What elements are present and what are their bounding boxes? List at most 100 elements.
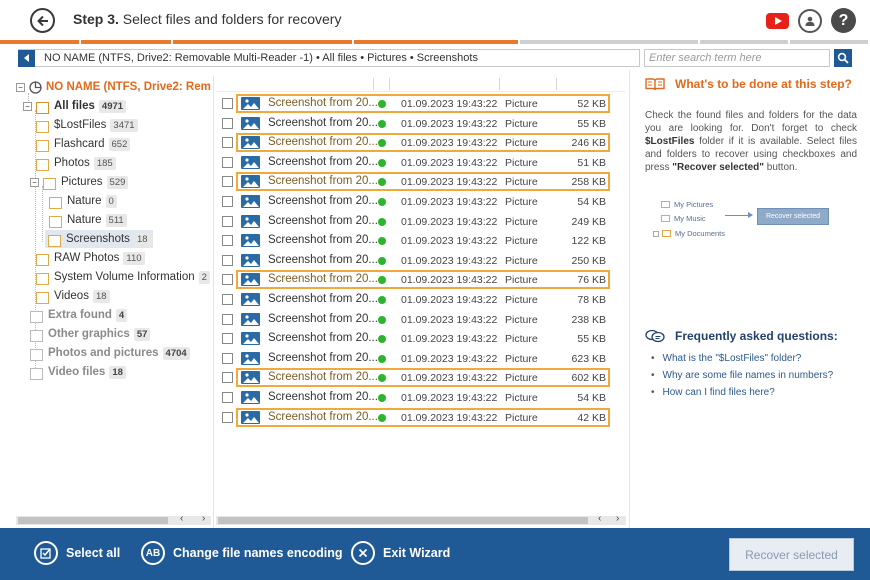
file-checkbox[interactable] — [222, 98, 233, 109]
user-icon[interactable] — [798, 8, 822, 33]
tree-item-root[interactable]: − NO NAME (NTFS, Drive2: Removable Multi… — [16, 78, 211, 96]
file-row[interactable]: Screenshot from 20... 01.09.2023 19:43:22… — [220, 329, 614, 348]
file-checkbox[interactable] — [222, 333, 233, 345]
breadcrumb[interactable]: NO NAME (NTFS, Drive2: Removable Multi-R… — [44, 52, 478, 64]
panel-divider — [213, 76, 214, 528]
file-checkbox[interactable] — [222, 372, 233, 384]
tree-item-all-files[interactable]: − All files 4971 — [23, 97, 127, 115]
change-encoding-button[interactable]: AB Change file names encoding — [141, 541, 342, 565]
file-size: 122 KB — [571, 235, 606, 248]
file-row[interactable]: Screenshot from 20... 01.09.2023 19:43:22… — [220, 349, 614, 368]
tree-item-label: Photos and pictures — [48, 347, 159, 359]
tree-item-nature-0[interactable]: Nature 0 — [49, 192, 117, 210]
filelist-horizontal-scrollbar[interactable]: ‹ › — [216, 513, 626, 525]
file-row[interactable]: Screenshot from 20... 01.09.2023 19:43:22… — [220, 270, 614, 290]
item-count: 18 — [92, 289, 110, 303]
tree-item-label: $LostFiles — [54, 119, 107, 131]
progress-segment — [354, 40, 520, 44]
progress-segment — [520, 40, 700, 44]
file-checkbox[interactable] — [222, 176, 233, 188]
search-button[interactable] — [834, 49, 852, 67]
tree-item-lostfiles[interactable]: $LostFiles 3471 — [36, 116, 138, 134]
faq-link[interactable]: What is the "$LostFiles" folder? — [651, 350, 833, 367]
collapse-toggle[interactable]: − — [30, 177, 39, 187]
file-checkbox[interactable] — [222, 117, 233, 129]
tree-item-photos[interactable]: Photos 185 — [36, 154, 116, 172]
exit-wizard-button[interactable]: Exit Wizard — [351, 541, 450, 565]
back-button[interactable] — [30, 8, 55, 33]
file-row[interactable]: Screenshot from 20... 01.09.2023 19:43:22… — [220, 94, 614, 113]
file-name: Screenshot from 20... — [268, 116, 378, 129]
scroll-right-arrow[interactable]: › — [202, 513, 205, 524]
file-row[interactable]: Screenshot from 20... 01.09.2023 19:43:22… — [220, 310, 614, 329]
folder-icon — [30, 348, 43, 361]
column-separator[interactable] — [373, 78, 374, 90]
tree-item-system-volume-information[interactable]: System Volume Information 2 — [36, 268, 210, 286]
file-checkbox[interactable] — [222, 294, 233, 305]
path-back-button[interactable] — [18, 49, 35, 67]
tree-item-extra-found[interactable]: Extra found 4 — [30, 306, 128, 324]
file-row[interactable]: Screenshot from 20... 01.09.2023 19:43:22… — [220, 114, 614, 133]
youtube-icon[interactable] — [766, 12, 789, 29]
file-row[interactable]: Screenshot from 20... 01.09.2023 19:43:22… — [220, 231, 614, 250]
file-row[interactable]: Screenshot from 20... 01.09.2023 19:43:22… — [220, 290, 614, 309]
scroll-left-arrow[interactable]: ‹ — [180, 513, 183, 524]
file-checkbox[interactable] — [222, 235, 233, 247]
collapse-toggle[interactable]: − — [16, 82, 25, 92]
file-checkbox[interactable] — [222, 215, 233, 227]
file-row[interactable]: Screenshot from 20... 01.09.2023 19:43:22… — [220, 212, 614, 231]
tree-item-screenshots[interactable]: Screenshots 18 — [45, 230, 153, 248]
tree-item-other-graphics[interactable]: Other graphics 57 — [30, 325, 151, 343]
file-checkbox[interactable] — [222, 196, 233, 207]
tree-item-flashcard[interactable]: Flashcard 652 — [36, 135, 131, 153]
tree-item-pictures[interactable]: − Pictures 529 — [30, 173, 129, 191]
tree-item-nature-511[interactable]: Nature 511 — [49, 211, 127, 229]
image-file-icon — [241, 391, 260, 404]
file-name: Screenshot from 20... — [268, 312, 378, 325]
file-row[interactable]: Screenshot from 20... 01.09.2023 19:43:22… — [220, 153, 614, 172]
search-input[interactable] — [644, 49, 830, 67]
image-file-icon — [241, 273, 260, 287]
file-checkbox[interactable] — [222, 137, 233, 149]
column-separator[interactable] — [499, 78, 500, 90]
help-icon[interactable]: ? — [831, 8, 856, 33]
scrollbar-thumb[interactable] — [218, 517, 588, 524]
file-size: 54 KB — [577, 392, 606, 404]
collapse-toggle[interactable]: − — [23, 101, 32, 111]
recover-selected-button[interactable]: Recover selected — [729, 538, 854, 571]
file-row[interactable]: Screenshot from 20... 01.09.2023 19:43:22… — [220, 388, 614, 407]
item-count: 18 — [133, 232, 151, 246]
file-name: Screenshot from 20... — [268, 234, 378, 247]
scroll-left-arrow[interactable]: ‹ — [598, 513, 601, 524]
status-good-icon — [378, 315, 386, 324]
file-row[interactable]: Screenshot from 20... 01.09.2023 19:43:22… — [220, 192, 614, 211]
file-row[interactable]: Screenshot from 20... 01.09.2023 19:43:22… — [220, 407, 614, 427]
file-checkbox[interactable] — [222, 254, 233, 266]
tree-item-raw-photos[interactable]: RAW Photos 110 — [36, 249, 145, 267]
tree-item-photos-and-pictures[interactable]: Photos and pictures 4704 — [30, 344, 190, 362]
file-checkbox[interactable] — [222, 274, 233, 286]
column-separator[interactable] — [389, 78, 390, 90]
file-checkbox[interactable] — [222, 392, 233, 403]
file-checkbox[interactable] — [222, 313, 233, 325]
faq-link[interactable]: How can I find files here? — [651, 384, 833, 401]
column-separator[interactable] — [556, 78, 557, 90]
tree-horizontal-scrollbar[interactable]: ‹ › — [16, 513, 211, 525]
file-row[interactable]: Screenshot from 20... 01.09.2023 19:43:22… — [220, 133, 614, 153]
status-good-icon — [378, 354, 386, 363]
scroll-right-arrow[interactable]: › — [616, 513, 619, 524]
file-row[interactable]: Screenshot from 20... 01.09.2023 19:43:22… — [220, 172, 614, 192]
select-all-button[interactable]: Select all — [34, 541, 120, 565]
scrollbar-thumb[interactable] — [18, 517, 168, 524]
file-row[interactable]: Screenshot from 20... 01.09.2023 19:43:22… — [220, 251, 614, 270]
progress-segment — [173, 40, 354, 44]
tree-item-videos[interactable]: Videos 18 — [36, 287, 110, 305]
faq-link[interactable]: Why are some file names in numbers? — [651, 367, 834, 384]
file-checkbox[interactable] — [222, 411, 233, 423]
file-checkbox[interactable] — [222, 156, 233, 168]
search-icon — [837, 52, 849, 64]
file-row[interactable]: Screenshot from 20... 01.09.2023 19:43:22… — [220, 368, 614, 388]
tree-item-video-files[interactable]: Video files 18 — [30, 363, 126, 381]
file-checkbox[interactable] — [222, 352, 233, 364]
chat-icon — [645, 329, 665, 343]
